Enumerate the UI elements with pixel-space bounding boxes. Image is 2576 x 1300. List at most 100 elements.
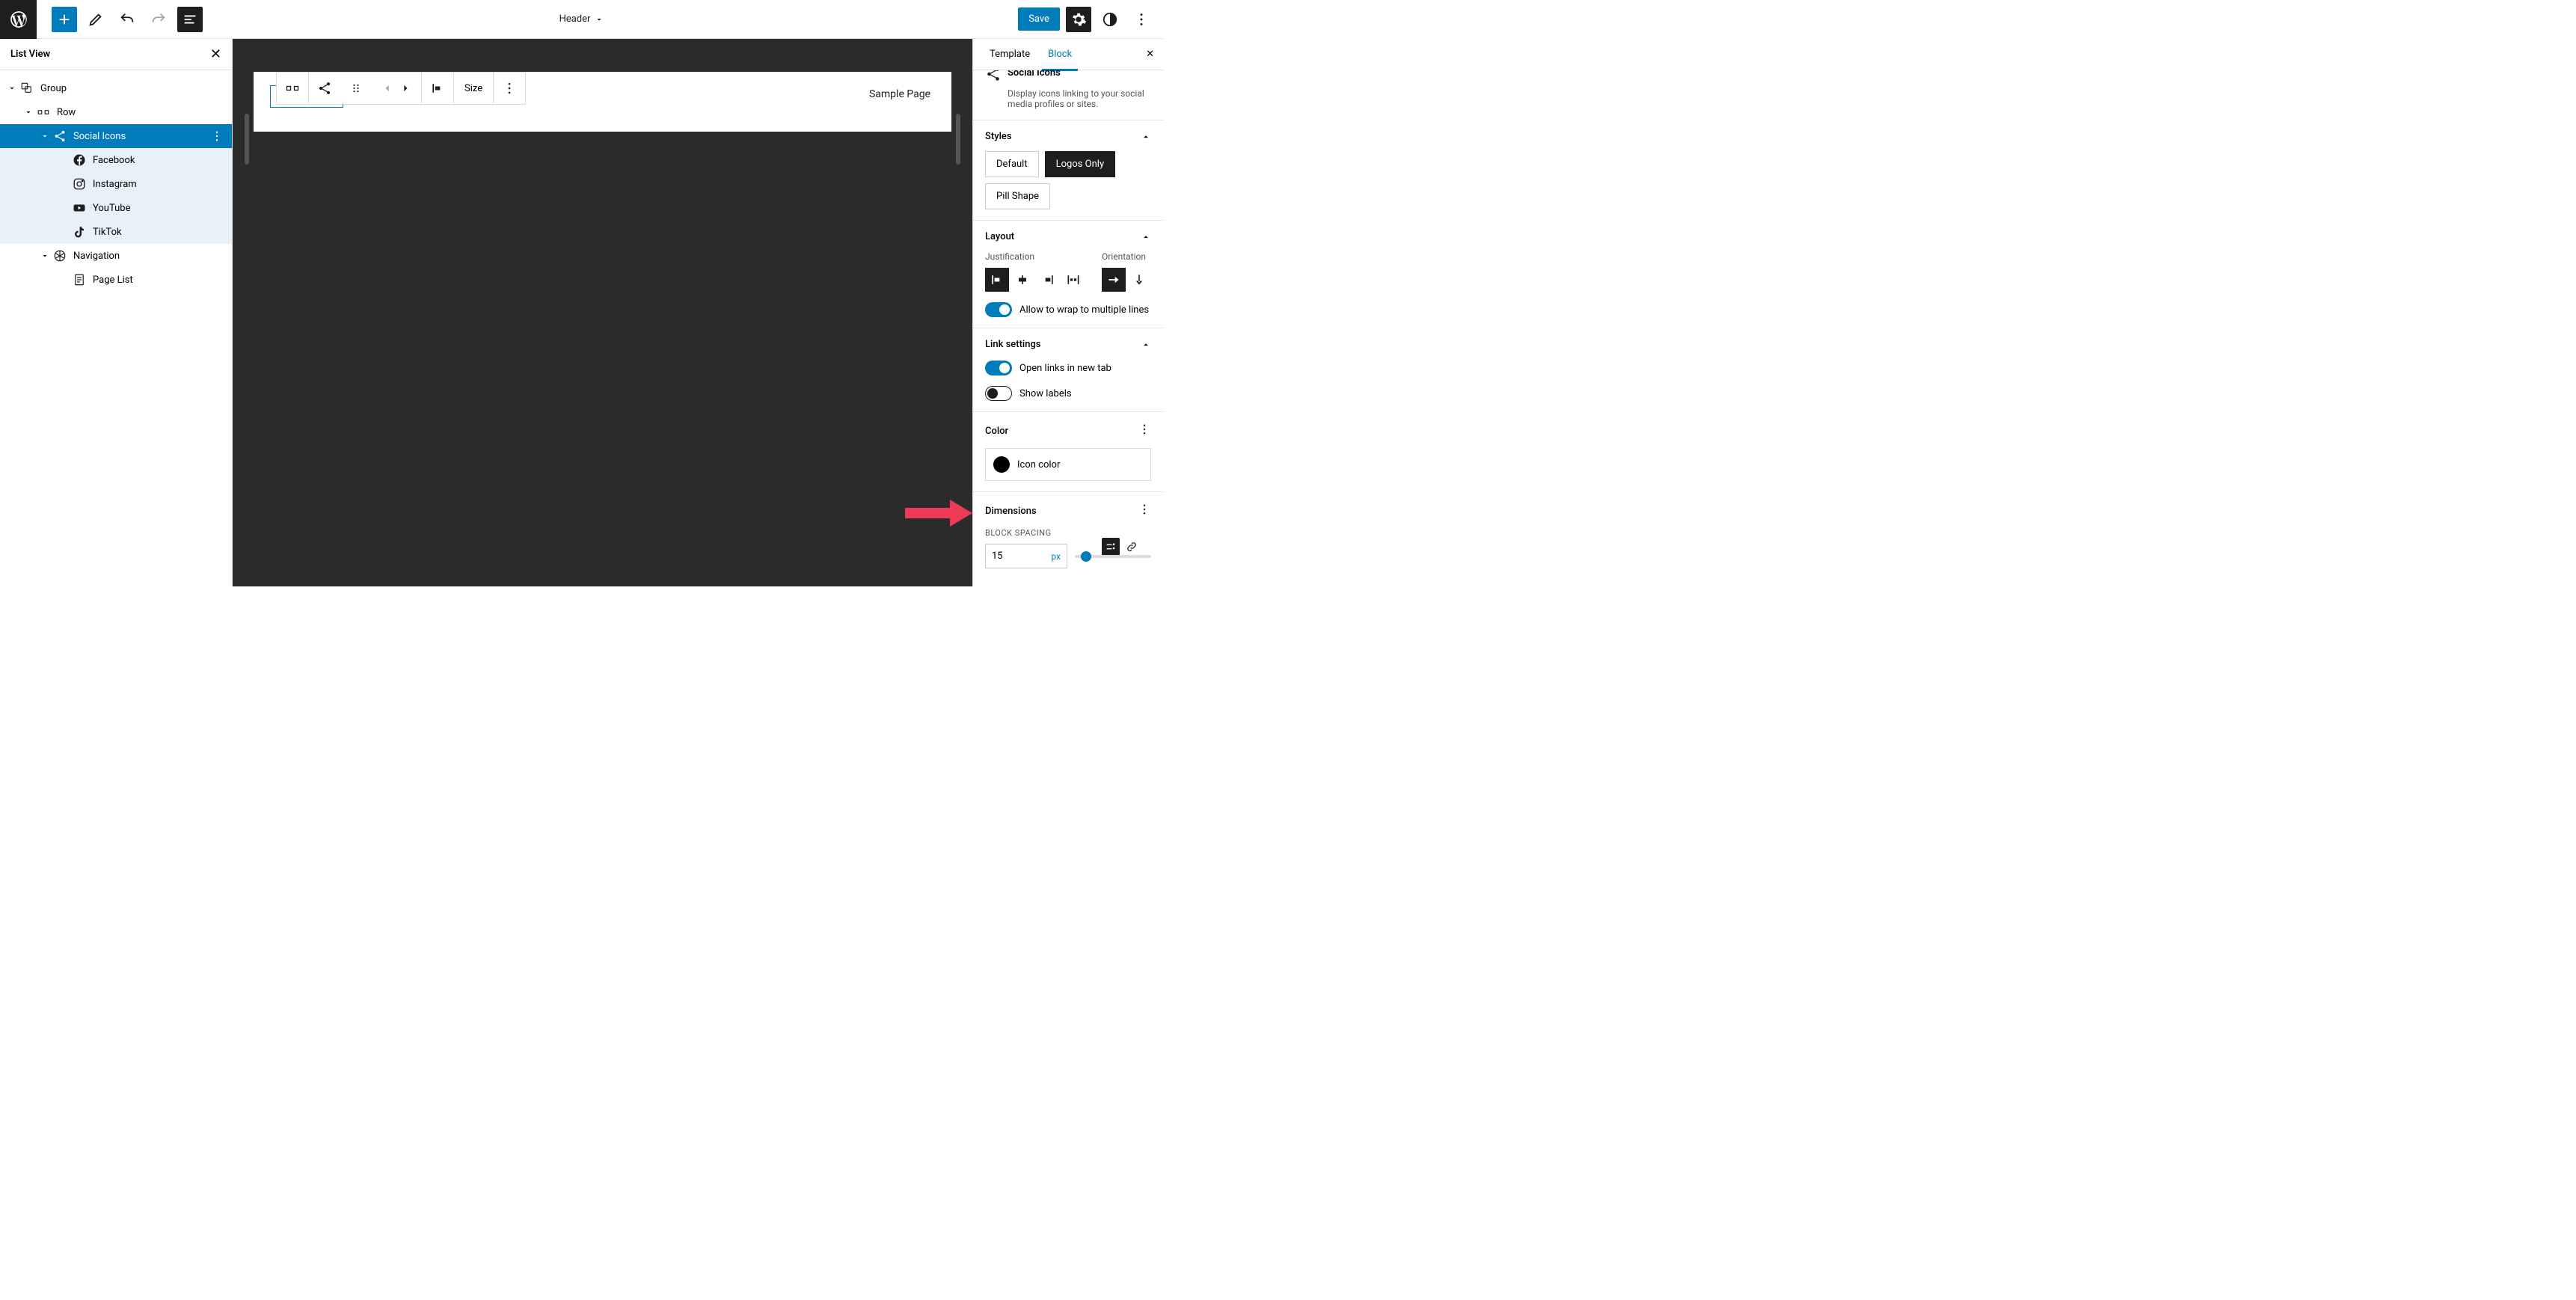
document-title-label: Header — [559, 13, 591, 25]
facebook-icon — [72, 153, 87, 167]
color-header[interactable]: Color — [985, 423, 1151, 439]
share-icon — [52, 129, 67, 143]
tree-item-page-list[interactable]: Page List — [0, 268, 232, 292]
justify-left-button[interactable] — [985, 268, 1009, 292]
spacing-value: 15 — [992, 551, 1003, 562]
move-left-button[interactable] — [372, 73, 403, 104]
tree-label: Group — [40, 83, 224, 94]
spacing-unit[interactable]: px — [1051, 551, 1061, 562]
tab-block[interactable]: Block — [1042, 39, 1078, 70]
open-new-tab-label: Open links in new tab — [1019, 363, 1111, 374]
list-view-title: List View — [10, 49, 50, 60]
tree-item-navigation[interactable]: Navigation — [0, 244, 232, 268]
layout-header[interactable]: Layout — [985, 231, 1151, 242]
toolbar-right: Save — [1018, 7, 1163, 32]
tree-item-row[interactable]: Row — [0, 100, 232, 124]
justify-center-button[interactable] — [1011, 268, 1034, 292]
orientation-horizontal-button[interactable] — [1102, 268, 1126, 292]
list-view-toggle-button[interactable] — [177, 7, 203, 32]
styles-header[interactable]: Styles — [985, 131, 1151, 142]
tree-label: Social Icons — [73, 131, 209, 142]
settings-panel: Template Block ✕ Social Icons Display ic… — [972, 39, 1163, 586]
save-button[interactable]: Save — [1018, 7, 1060, 31]
close-list-view-button[interactable]: ✕ — [210, 46, 221, 62]
section-label: Dimensions — [985, 506, 1037, 517]
list-view-header: List View ✕ — [0, 39, 232, 70]
settings-button[interactable] — [1066, 7, 1091, 32]
drag-handle[interactable] — [340, 73, 372, 104]
wrap-label: Allow to wrap to multiple lines — [1019, 304, 1149, 316]
justify-button[interactable] — [422, 73, 453, 104]
block-spacing-label: Block Spacing — [985, 528, 1151, 538]
block-title: Social Icons — [1008, 70, 1061, 79]
redo-button[interactable] — [146, 7, 171, 32]
tree-label: YouTube — [93, 203, 224, 214]
dimensions-header[interactable]: Dimensions — [985, 503, 1151, 519]
style-logos-only[interactable]: Logos Only — [1045, 151, 1116, 177]
undo-button[interactable] — [114, 7, 140, 32]
dimensions-options-button[interactable] — [1138, 503, 1151, 519]
section-label: Styles — [985, 131, 1012, 142]
block-spacing-slider[interactable] — [1075, 555, 1151, 558]
settings-icon-button[interactable] — [1102, 538, 1120, 556]
open-new-tab-toggle[interactable] — [985, 361, 1012, 375]
link-icon-button[interactable] — [1123, 538, 1141, 556]
parent-block-button[interactable] — [277, 73, 308, 104]
chevron-up-icon — [1141, 340, 1151, 350]
navigation-icon — [52, 249, 67, 263]
chevron-down-icon — [37, 251, 52, 260]
chevron-down-icon — [37, 132, 52, 141]
tree-label: Instagram — [93, 179, 224, 190]
tree-item-group[interactable]: Group — [0, 76, 232, 100]
tree-label: TikTok — [93, 227, 224, 238]
edit-tool-button[interactable] — [83, 7, 108, 32]
row-icon — [36, 105, 51, 119]
tree-item-options[interactable] — [209, 129, 224, 143]
show-labels-toggle[interactable] — [985, 386, 1012, 401]
style-pill-shape[interactable]: Pill Shape — [985, 183, 1050, 209]
style-default[interactable]: Default — [985, 151, 1039, 177]
block-floating-toolbar: Size — [276, 72, 526, 105]
tree-item-tiktok[interactable]: TikTok — [0, 220, 232, 244]
document-title[interactable]: Header — [559, 13, 604, 25]
show-labels-label: Show labels — [1019, 388, 1072, 399]
tree-item-social-icons[interactable]: Social Icons — [0, 124, 232, 148]
tree-label: Facebook — [93, 155, 224, 166]
chevron-down-icon — [21, 108, 36, 117]
nav-link-sample-page[interactable]: Sample Page — [869, 88, 930, 100]
close-settings-button[interactable]: ✕ — [1146, 49, 1154, 60]
scrollbar[interactable] — [956, 114, 960, 165]
tree-item-instagram[interactable]: Instagram — [0, 172, 232, 196]
scrollbar[interactable] — [245, 114, 249, 165]
block-type-button[interactable] — [309, 73, 340, 104]
chevron-down-icon — [595, 15, 604, 24]
annotation-arrow — [905, 500, 972, 530]
tab-template[interactable]: Template — [984, 39, 1036, 70]
size-button[interactable]: Size — [454, 73, 493, 104]
chevron-up-icon — [1141, 232, 1151, 242]
block-description: Display icons linking to your social med… — [985, 88, 1151, 109]
tree-item-youtube[interactable]: YouTube — [0, 196, 232, 220]
block-spacing-input[interactable]: 15 px — [985, 544, 1067, 568]
color-options-button[interactable] — [1138, 423, 1151, 439]
justify-right-button[interactable] — [1036, 268, 1060, 292]
more-options-button[interactable] — [1129, 7, 1154, 32]
orientation-vertical-button[interactable] — [1127, 268, 1151, 292]
group-icon — [19, 82, 34, 95]
layout-section: Layout Justification Orientation — [973, 220, 1163, 328]
instagram-icon — [72, 177, 87, 191]
section-label: Color — [985, 426, 1008, 437]
chevron-down-icon — [4, 84, 19, 93]
tree-item-facebook[interactable]: Facebook — [0, 148, 232, 172]
styles-button[interactable] — [1097, 7, 1123, 32]
youtube-icon — [72, 201, 87, 215]
link-settings-header[interactable]: Link settings — [985, 339, 1151, 350]
block-tree: Group Row Social Icons Facebook Instagra… — [0, 70, 232, 298]
block-more-options[interactable] — [494, 73, 525, 104]
add-block-button[interactable] — [52, 7, 77, 32]
icon-color-control[interactable]: Icon color — [985, 448, 1151, 481]
wrap-toggle[interactable] — [985, 302, 1012, 317]
justify-space-between-button[interactable] — [1061, 268, 1085, 292]
list-view-panel: List View ✕ Group Row Social Icons Faceb… — [0, 39, 233, 586]
wordpress-logo[interactable] — [0, 0, 37, 39]
